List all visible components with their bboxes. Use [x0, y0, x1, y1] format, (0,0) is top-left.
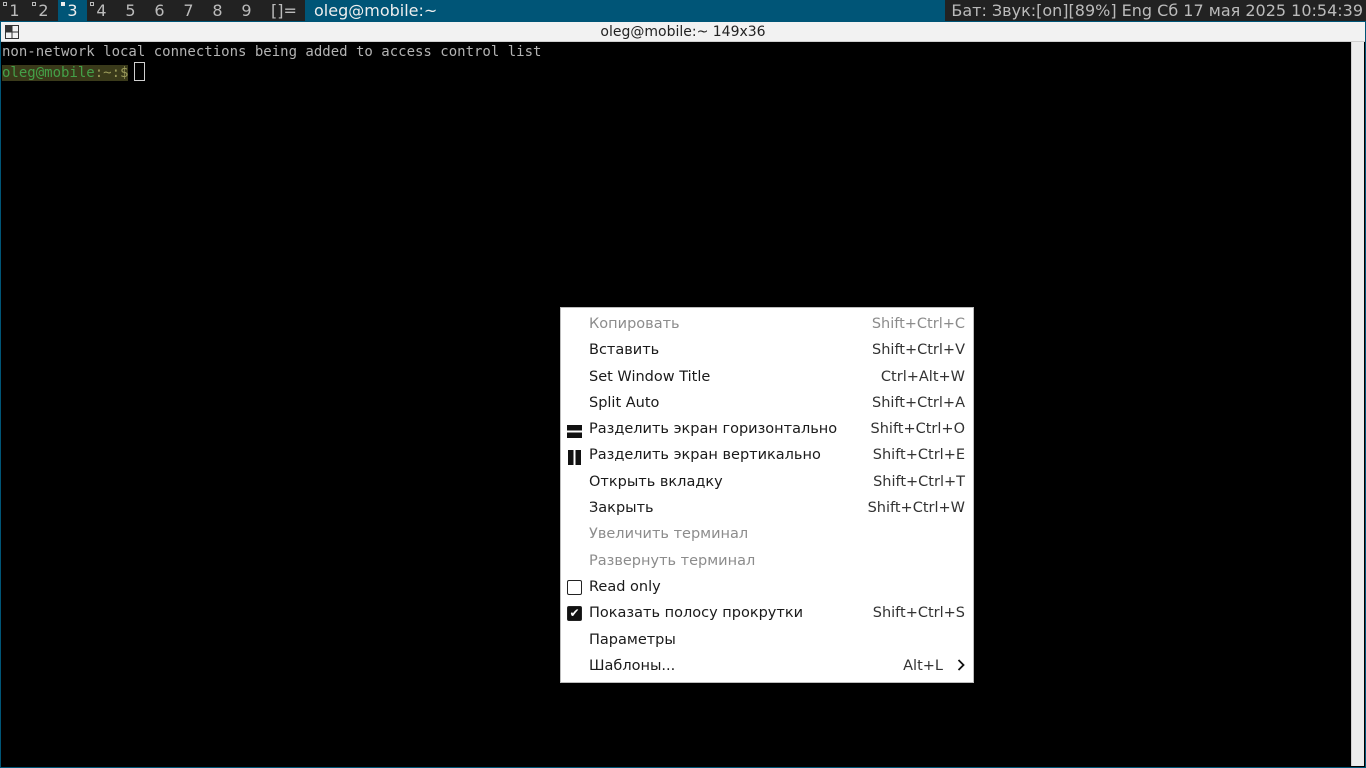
menu-item-label: Копировать: [589, 316, 680, 332]
workspace-tag-label: 8: [212, 1, 223, 20]
menu-item-label: Set Window Title: [589, 368, 711, 385]
workspace-tag-label: 7: [183, 1, 194, 20]
menu-item-4[interactable]: Split Auto Shift+Ctrl+A: [561, 390, 973, 416]
menu-item-shortcut: Ctrl+Alt+W: [880, 368, 965, 385]
menu-item-8[interactable]: Закрыть Shift+Ctrl+W: [561, 495, 973, 521]
workspace-tag-7[interactable]: 7: [174, 0, 203, 21]
checkbox-checked-icon[interactable]: ✔: [567, 606, 582, 622]
workspace-tag-label: 2: [38, 1, 49, 20]
context-menu: Копировать Shift+Ctrl+C Вставить Shift+Ctrl…: [560, 307, 974, 683]
menu-item-label: Параметры: [589, 631, 676, 648]
prompt-user: oleg: [2, 65, 36, 81]
terminal-title: oleg@mobile:~ 149x36: [600, 24, 766, 40]
menu-item-shortcut: Shift+Ctrl+S: [872, 605, 965, 622]
prompt-host: mobile: [44, 65, 95, 81]
menu-item-2[interactable]: Вставить Shift+Ctrl+V: [561, 337, 973, 363]
menu-item-7[interactable]: Открыть вкладку Shift+Ctrl+T: [561, 469, 973, 495]
menu-item-label: Read only: [589, 578, 661, 595]
occupied-indicator-icon: [90, 2, 94, 6]
menu-item-shortcut: Shift+Ctrl+W: [867, 500, 965, 517]
workspace-tags: 123456789: [0, 0, 261, 21]
menu-item-label: Закрыть: [589, 500, 654, 517]
workspace-tag-2[interactable]: 2: [29, 0, 58, 21]
shell-prompt: oleg@mobile:~:$: [2, 65, 129, 81]
chevron-right-icon: [957, 653, 965, 679]
focused-window-title: oleg@mobile:~: [305, 0, 955, 21]
menu-item-shortcut: Alt+L: [903, 657, 943, 674]
menu-item-label: Вставить: [589, 342, 660, 359]
occupied-indicator-icon: [61, 2, 65, 6]
text-cursor: [134, 62, 146, 81]
terminal-titlebar: oleg@mobile:~ 149x36: [1, 22, 1365, 42]
menu-item-3[interactable]: Set Window Title Ctrl+Alt+W: [561, 364, 973, 390]
split-vertical-icon: [567, 448, 582, 466]
workspace-tag-label: 5: [125, 1, 136, 20]
menu-item-shortcut: Shift+Ctrl+A: [872, 394, 965, 411]
menu-item-5[interactable]: Разделить экран горизонтально Shift+Ctrl+…: [561, 416, 973, 442]
menu-item-10: Развернуть терминал: [561, 548, 973, 574]
workspace-tag-4[interactable]: 4: [87, 0, 116, 21]
workspace-tag-label: 4: [96, 1, 107, 20]
workspace-tag-9[interactable]: 9: [232, 0, 261, 21]
system-status-text: Бат: Звук:[on][89%] Eng Сб 17 мая 2025 1…: [945, 0, 1366, 21]
menu-item-label: Разделить экран вертикально: [589, 447, 821, 464]
status-bar: 123456789 []= oleg@mobile:~ Бат: Звук:[o…: [0, 0, 1366, 21]
menu-item-label: Увеличить терминал: [589, 526, 749, 543]
output-line: non-network local connections being adde…: [2, 44, 542, 60]
occupied-indicator-icon: [32, 2, 36, 6]
workspace-tag-label: 6: [154, 1, 165, 20]
menu-item-shortcut: Shift+Ctrl+O: [870, 421, 965, 438]
workspace-tag-8[interactable]: 8: [203, 0, 232, 21]
terminal-scrollbar[interactable]: [1351, 42, 1364, 766]
prompt-path: :~:$: [94, 65, 129, 81]
workspace-tag-3[interactable]: 3: [58, 0, 87, 21]
menu-item-6[interactable]: Разделить экран вертикально Shift+Ctrl+E: [561, 442, 973, 468]
menu-item-shortcut: Shift+Ctrl+V: [872, 342, 965, 359]
split-horizontal-icon: [567, 422, 582, 439]
menu-item-14[interactable]: Шаблоны... Alt+L: [561, 653, 973, 679]
workspace-tag-5[interactable]: 5: [116, 0, 145, 21]
menu-item-13[interactable]: Параметры: [561, 627, 973, 653]
workspace-tag-label: 1: [9, 1, 20, 20]
menu-item-label: Показать полосу прокрутки: [589, 605, 803, 622]
prompt-at: @: [35, 65, 45, 81]
menu-item-1: Копировать Shift+Ctrl+C: [561, 311, 973, 337]
checkbox-unchecked-icon[interactable]: [567, 579, 582, 595]
menu-item-label: Развернуть терминал: [589, 552, 756, 569]
menu-item-label: Split Auto: [589, 394, 660, 411]
menu-item-shortcut: Shift+Ctrl+E: [872, 447, 965, 464]
workspace-tag-label: 9: [241, 1, 252, 20]
workspace-tag-6[interactable]: 6: [145, 0, 174, 21]
menu-item-label: Разделить экран горизонтально: [589, 421, 838, 438]
menu-item-9: Увеличить терминал: [561, 521, 973, 547]
occupied-indicator-icon: [3, 2, 7, 6]
workspace-tag-1[interactable]: 1: [0, 0, 29, 21]
menu-item-shortcut: Shift+Ctrl+C: [871, 316, 965, 332]
workspace-tag-label: 3: [67, 1, 78, 20]
layout-indicator[interactable]: []=: [268, 0, 300, 21]
menu-item-label: Шаблоны...: [589, 657, 676, 674]
menu-item-label: Открыть вкладку: [589, 473, 723, 490]
menu-item-11[interactable]: Read only: [561, 574, 973, 600]
menu-item-shortcut: Shift+Ctrl+T: [873, 473, 965, 490]
menu-item-12[interactable]: ✔ Показать полосу прокрутки Shift+Ctrl+S: [561, 600, 973, 626]
